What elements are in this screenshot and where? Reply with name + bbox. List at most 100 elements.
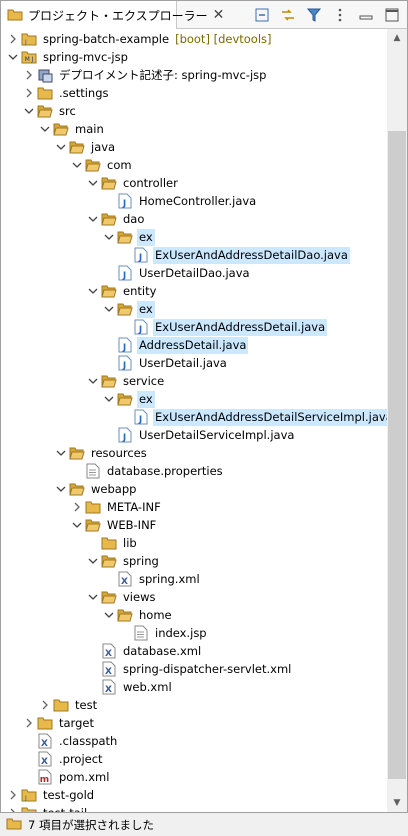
tree-item[interactable]: Xspring.xml	[103, 570, 202, 588]
project-tree[interactable]: Jspring-batch-example [boot] [devtools] M …	[1, 29, 387, 812]
tree-item[interactable]: lib	[87, 534, 139, 552]
tree-item[interactable]: target	[23, 714, 96, 732]
scroll-up-icon[interactable]: ▲	[387, 29, 407, 47]
folder-open-icon	[37, 103, 53, 119]
link-with-editor-icon[interactable]	[279, 6, 297, 24]
chevron-right-icon[interactable]	[7, 804, 19, 812]
scroll-down-icon[interactable]: ▼	[387, 794, 407, 812]
tree-item[interactable]: ex	[103, 300, 155, 318]
tree-item[interactable]: J UserDetail.java	[103, 354, 229, 372]
status-text: 7 項目が選択されました	[28, 817, 154, 832]
chevron-down-icon[interactable]	[103, 390, 115, 408]
chevron-right-icon[interactable]	[7, 786, 19, 804]
tree-item[interactable]: index.jsp	[119, 624, 209, 642]
tree-item[interactable]: J UserDetailDao.java	[103, 264, 252, 282]
tree-item[interactable]: Jtest-tail	[7, 804, 89, 812]
tree-item[interactable]: controller	[87, 174, 180, 192]
tree-item[interactable]: デプロイメント記述子: spring-mvc-jsp	[23, 66, 268, 84]
tree-item[interactable]: ex	[103, 228, 155, 246]
chevron-down-icon[interactable]	[23, 102, 35, 120]
svg-text:m: m	[40, 775, 49, 785]
chevron-down-icon[interactable]	[7, 48, 19, 66]
close-icon[interactable]: ✕	[213, 7, 225, 23]
tree-item[interactable]: J HomeController.java	[103, 192, 258, 210]
tree-item[interactable]: Xspring-dispatcher-servlet.xml	[87, 660, 293, 678]
collapse-all-icon[interactable]	[253, 6, 271, 24]
chevron-down-icon[interactable]	[39, 120, 51, 138]
tree-item-label: UserDetail.java	[139, 355, 227, 370]
tree-item[interactable]: J ExUserAndAddressDetail.java	[119, 318, 328, 336]
chevron-down-icon[interactable]	[87, 552, 99, 570]
chevron-down-icon[interactable]	[103, 300, 115, 318]
chevron-right-icon[interactable]	[7, 30, 19, 48]
chevron-down-icon[interactable]	[87, 282, 99, 300]
minimize-icon[interactable]	[357, 6, 375, 24]
tree-item[interactable]: Jtest-gold	[7, 786, 96, 804]
tree-item[interactable]: webapp	[55, 480, 138, 498]
svg-text:J: J	[138, 253, 142, 263]
chevron-down-icon[interactable]	[103, 606, 115, 624]
maximize-icon[interactable]	[383, 6, 401, 24]
chevron-right-icon[interactable]	[23, 714, 35, 732]
tree-item[interactable]: spring	[87, 552, 161, 570]
tree-item[interactable]: views	[87, 588, 157, 606]
svg-text:J: J	[138, 325, 142, 335]
tree-item[interactable]: entity	[87, 282, 158, 300]
svg-text:X: X	[41, 757, 48, 767]
tree-item[interactable]: X .project	[23, 750, 105, 768]
xml-file-icon: X	[101, 661, 117, 677]
tree-item[interactable]: WEB-INF	[71, 516, 158, 534]
chevron-right-icon[interactable]	[71, 498, 83, 516]
filter-icon[interactable]	[305, 6, 323, 24]
tree-item[interactable]: META-INF	[71, 498, 163, 516]
folder-open-icon	[101, 373, 117, 389]
tree-item[interactable]: J ExUserAndAddressDetailDao.java	[119, 246, 350, 264]
chevron-down-icon[interactable]	[87, 174, 99, 192]
tree-item[interactable]: resources	[55, 444, 149, 462]
chevron-down-icon[interactable]	[103, 228, 115, 246]
view-tab[interactable]: プロジェクト・エクスプローラー ✕	[1, 1, 224, 29]
tree-item[interactable]: J ExUserAndAddressDetailServiceImpl.java	[119, 408, 387, 426]
chevron-down-icon[interactable]	[55, 444, 67, 462]
chevron-down-icon[interactable]	[87, 210, 99, 228]
tree-item[interactable]: dao	[87, 210, 146, 228]
chevron-right-icon[interactable]	[23, 84, 35, 102]
chevron-down-icon[interactable]	[55, 480, 67, 498]
tree-item[interactable]: ex	[103, 390, 155, 408]
tree-item[interactable]: Xweb.xml	[87, 678, 174, 696]
chevron-down-icon[interactable]	[87, 372, 99, 390]
folder-open-icon	[69, 139, 85, 155]
chevron-right-icon[interactable]	[23, 66, 35, 84]
folder-icon	[6, 816, 22, 833]
folder-open-icon	[101, 175, 117, 191]
tree-item[interactable]: J AddressDetail.java	[103, 336, 249, 354]
tree-item[interactable]: M J spring-mvc-jsp	[7, 48, 130, 66]
tree-item[interactable]: service	[87, 372, 166, 390]
view-toolbar	[253, 5, 401, 25]
tree-item[interactable]: main	[39, 120, 106, 138]
chevron-right-icon[interactable]	[39, 696, 51, 714]
tree-item[interactable]: m pom.xml	[23, 768, 111, 786]
tree-item[interactable]: src	[23, 102, 78, 120]
tree-item[interactable]: home	[103, 606, 174, 624]
chevron-down-icon[interactable]	[55, 138, 67, 156]
scrollbar-thumb[interactable]	[388, 131, 406, 779]
view-menu-icon[interactable]	[331, 6, 349, 24]
tree-item[interactable]: .settings	[23, 84, 111, 102]
chevron-down-icon[interactable]	[71, 516, 83, 534]
tree-item[interactable]: java	[55, 138, 117, 156]
tree-item[interactable]: J UserDetailServiceImpl.java	[103, 426, 296, 444]
tree-item[interactable]: com	[71, 156, 134, 174]
chevron-down-icon[interactable]	[87, 588, 99, 606]
chevron-down-icon[interactable]	[71, 156, 83, 174]
tree-item[interactable]: X .classpath	[23, 732, 119, 750]
tree-item[interactable]: test	[39, 696, 99, 714]
tree-item[interactable]: database.properties	[71, 462, 225, 480]
tree-item[interactable]: Xdatabase.xml	[87, 642, 203, 660]
svg-text:J: J	[122, 343, 126, 353]
tree-item[interactable]: Jspring-batch-example [boot] [devtools]	[7, 30, 272, 48]
